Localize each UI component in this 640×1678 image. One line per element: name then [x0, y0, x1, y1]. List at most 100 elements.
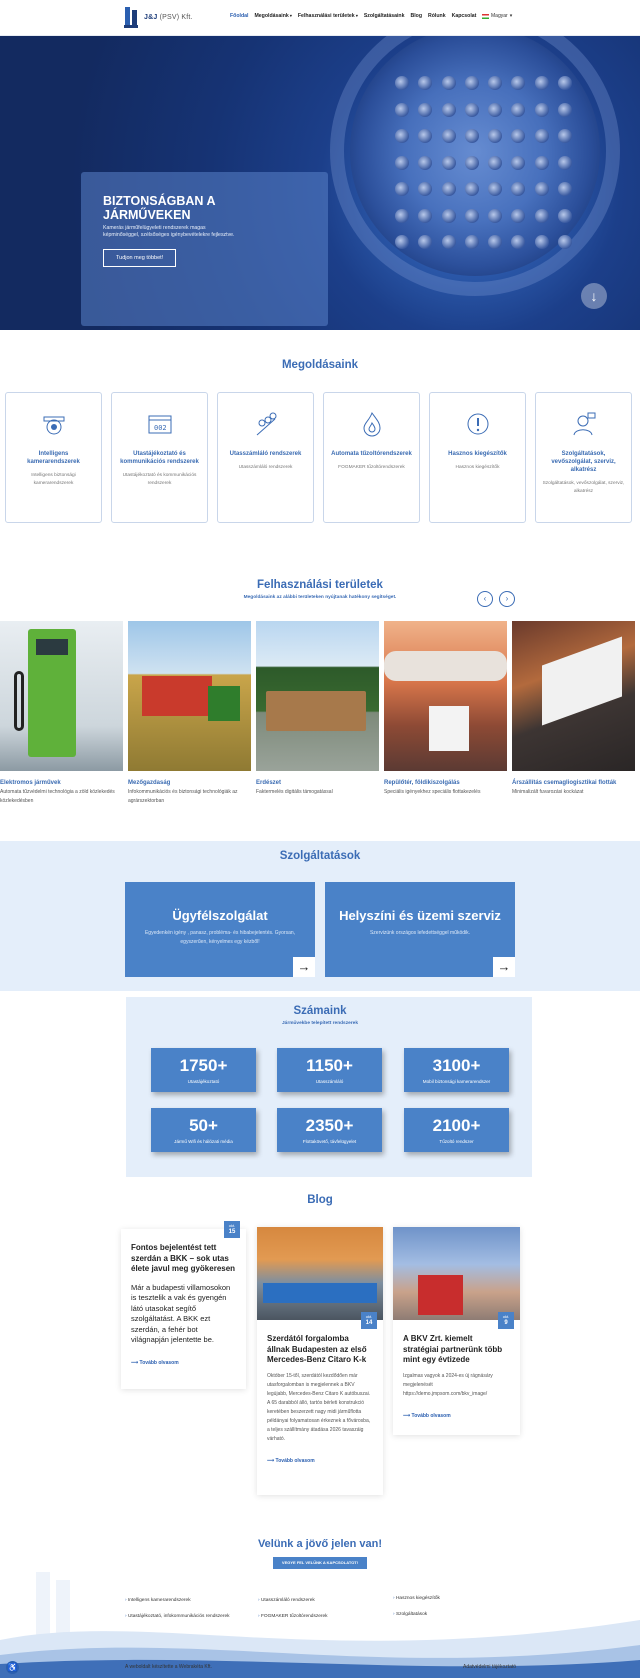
support-agent-icon: [573, 412, 595, 436]
post-month: okt.: [228, 1223, 236, 1228]
blog-post[interactable]: okt. 14 Szerdától forgalomba állnak Budap…: [257, 1227, 383, 1495]
post-date-badge: okt. 15: [224, 1221, 240, 1238]
airport-vehicle-image: [384, 621, 507, 771]
solution-name: Szolgáltatások, vevőszolgálat, szerviz, …: [551, 451, 616, 473]
svg-text:002: 002: [154, 424, 167, 432]
footer-link[interactable]: Utastájékoztató, infokommunikációs rends…: [125, 1609, 230, 1625]
stat-label: Jármű Wifi és hálózati média: [174, 1139, 233, 1144]
stats-title: Számaink: [293, 1005, 347, 1017]
footer-link[interactable]: Hasznos kiegészítők: [393, 1591, 440, 1607]
footer-col-3: Hasznos kiegészítők Szolgáltatások: [393, 1591, 440, 1623]
carousel-prev-button[interactable]: ‹: [477, 591, 493, 607]
post-title[interactable]: Fontos bejelentést tett szerdán a BKK – …: [131, 1243, 236, 1275]
learn-more-button[interactable]: Tudjon meg többet!: [103, 249, 177, 267]
area-card-ev[interactable]: Elektromos járművek Automata tűzvédelmi …: [0, 621, 123, 806]
area-name: Elektromos járművek: [0, 780, 61, 786]
exclamation-icon: [467, 413, 488, 435]
post-title[interactable]: Szerdától forgalomba állnak Budapesten a…: [267, 1334, 373, 1366]
post-excerpt: Izgalmas vagyok a 2024-es új rágnásáry m…: [403, 1372, 493, 1397]
footer-col-1: Intelligens kamerarendszerek Utastájékoz…: [125, 1593, 230, 1625]
page: J&J (PSV) Kft. Főoldal Megoldásaink Felh…: [0, 0, 640, 1678]
solution-name: Utastájékoztató és kommunikációs rendsze…: [120, 451, 199, 465]
solution-desc: Szolgáltatások, vevőszolgálat, szerviz, …: [542, 481, 625, 494]
post-month: okt.: [365, 1314, 373, 1319]
logging-truck-image: [256, 621, 379, 771]
solutions-grid: Intelligens kamerarendszerek Intelligens…: [5, 392, 635, 523]
read-more-link[interactable]: ⟶ Tovább olvasom: [267, 1458, 373, 1464]
carousel-next-button[interactable]: ›: [499, 591, 515, 607]
logo-suffix: (PSV) Kft.: [159, 13, 193, 21]
logo-text: J&J (PSV) Kft.: [144, 14, 193, 21]
solution-name: Hasznos kiegészítők: [448, 451, 507, 457]
footer-link[interactable]: FOGMAKER tűzoltórendszerek: [258, 1609, 328, 1625]
blog-post[interactable]: okt. 15 Fontos bejelentést tett szerdán a…: [121, 1221, 246, 1389]
main-nav: Főoldal Megoldásaink Felhasználási terül…: [230, 13, 476, 19]
services-title: Szolgáltatások: [279, 850, 361, 862]
service-name: Helyszíni és üzemi szerviz: [339, 908, 501, 923]
post-excerpt: Már a budapesti villamosokon is teszteli…: [131, 1282, 231, 1345]
service-card-onsite-service[interactable]: Helyszíni és üzemi szerviz Szervizünk or…: [325, 882, 515, 977]
stat-card: 50+ Jármű Wifi és hálózati média: [151, 1108, 256, 1152]
hungarian-flag-icon: [482, 13, 489, 19]
privacy-link[interactable]: Adatvédelmi tájékoztató: [463, 1664, 516, 1670]
language-label: Magyar: [491, 13, 508, 19]
footer-link[interactable]: Utasszámláló rendszerek: [258, 1593, 328, 1609]
chevron-left-icon: ‹: [483, 594, 487, 603]
truck-road-image: [512, 621, 635, 771]
chevron-down-icon: ▾: [509, 13, 513, 19]
language-selector[interactable]: Magyar ▾: [482, 13, 512, 19]
stat-card: 1750+ Utastájékoztató: [151, 1048, 256, 1092]
nav-blog[interactable]: Blog: [410, 13, 422, 19]
solution-card-camera[interactable]: Intelligens kamerarendszerek Intelligens…: [5, 392, 102, 523]
solution-card-services[interactable]: Szolgáltatások, vevőszolgálat, szerviz, …: [535, 392, 632, 523]
solution-desc: Intelligens biztonsági kamerarendszerek: [31, 473, 76, 486]
stat-label: Utasszámláló: [315, 1079, 344, 1084]
blog-post[interactable]: okt. 9 A BKV Zrt. kiemelt stratégiai part…: [393, 1227, 520, 1435]
solution-card-passenger-info[interactable]: 002 Utastájékoztató és kommunikációs ren…: [111, 392, 208, 523]
area-name: Repülőtér, földikiszolgálás: [384, 780, 460, 786]
service-card-customer-support[interactable]: Ügyfélszolgálat Egyedenkén igény , panas…: [125, 882, 315, 977]
solution-card-fire[interactable]: Automata tűzoltórendszerek FOGMAKER tűzo…: [323, 392, 420, 523]
footer-link[interactable]: Intelligens kamerarendszerek: [125, 1593, 230, 1609]
read-more-link[interactable]: ⟶ Tovább olvasom: [131, 1360, 236, 1366]
area-name: Árszállítás csemagliogisztikai flották: [512, 780, 617, 786]
area-card-airport[interactable]: Repülőtér, földikiszolgálás Speciális ig…: [384, 621, 507, 806]
solution-card-accessories[interactable]: Hasznos kiegészítők Hasznos kiegészítők: [429, 392, 526, 523]
arrow-right-icon[interactable]: →: [493, 957, 515, 977]
nav-contact[interactable]: Kapcsolat: [452, 13, 477, 19]
copyright-text: A weboldalt készítette a Webrakéta Kft.: [125, 1664, 212, 1670]
nav-services[interactable]: Szolgáltatásaink: [364, 13, 405, 19]
post-title[interactable]: A BKV Zrt. kiemelt stratégiai partnerünk…: [403, 1334, 510, 1366]
service-desc: Egyedenkén igény , panasz, probléma- és …: [144, 930, 296, 945]
services-section: [0, 841, 640, 991]
accessibility-icon[interactable]: ♿: [6, 1661, 19, 1674]
logo-mark-icon: [124, 7, 138, 28]
scroll-down-button[interactable]: ↓: [581, 283, 607, 309]
areas-subtitle: Megoldásaink az alábbi területeken nyújt…: [243, 595, 397, 600]
area-desc: Speciális igényekhez speciális flottakez…: [384, 789, 481, 795]
nav-home[interactable]: Főoldal: [230, 13, 248, 19]
footer-link[interactable]: Szolgáltatások: [393, 1607, 440, 1623]
areas-carousel: Elektromos járművek Automata tűzvédelmi …: [0, 621, 640, 806]
nav-solutions[interactable]: Megoldásaink: [254, 13, 291, 19]
stat-card: 2100+ Tűzoltó rendszer: [404, 1108, 509, 1152]
solution-desc: Utastájékoztató és kommunikációs rendsze…: [122, 473, 197, 486]
solution-desc: Hasznos kiegészítők: [455, 465, 500, 470]
area-desc: Automata tűzvédelmi technológia a zöld k…: [0, 789, 115, 804]
logo[interactable]: J&J (PSV) Kft.: [124, 5, 193, 29]
stat-value: 1750+: [179, 1056, 228, 1075]
read-more-link[interactable]: ⟶ Tovább olvasom: [403, 1413, 510, 1419]
arrow-right-icon[interactable]: →: [293, 957, 315, 977]
cta-title: Velünk a jövő jelen van!: [257, 1538, 383, 1550]
harvester-image: [128, 621, 251, 771]
solution-name: Utasszámláló rendszerek: [229, 451, 302, 457]
nav-about[interactable]: Rólunk: [428, 13, 446, 19]
display-board-icon: 002: [148, 415, 171, 434]
nav-usage-areas[interactable]: Felhasználási területek: [298, 13, 358, 19]
area-card-agriculture[interactable]: Mezőgazdaság Infokommunikációs és bizton…: [128, 621, 251, 806]
carousel-controls: ‹ ›: [477, 591, 515, 607]
area-card-logistics[interactable]: Árszállítás csemagliogisztikai flották M…: [512, 621, 635, 806]
area-card-forestry[interactable]: Erdészet Faktermelés digitális támogatás…: [256, 621, 379, 806]
solution-card-passenger-count[interactable]: Utasszámláló rendszerek Utasszámláló ren…: [217, 392, 314, 523]
ev-charger-image: [0, 621, 123, 771]
